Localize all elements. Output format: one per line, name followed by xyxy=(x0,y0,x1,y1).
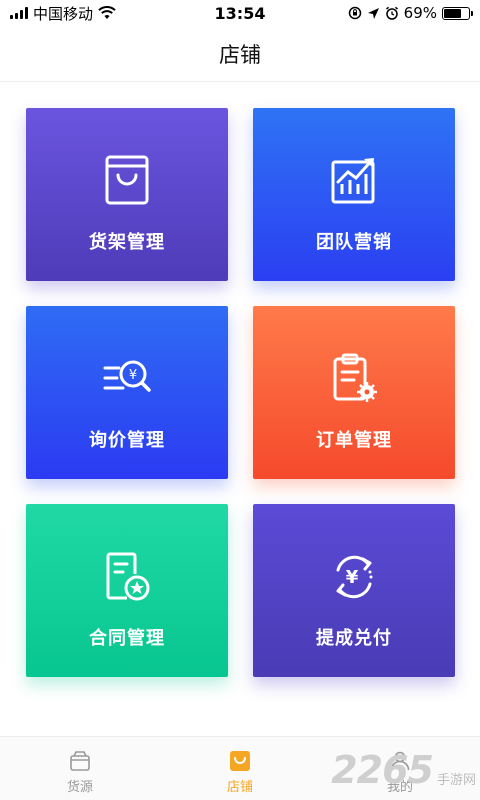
tile-commission-payout[interactable]: ¥ 提成兑付 xyxy=(253,504,455,677)
carrier-name: 中国移动 xyxy=(33,4,94,23)
tile-label: 提成兑付 xyxy=(316,628,392,649)
rotation-lock-icon xyxy=(348,6,361,20)
page-title: 店铺 xyxy=(219,42,261,67)
chart-growth-icon xyxy=(331,158,375,204)
svg-text:¥: ¥ xyxy=(129,368,137,383)
contract-star-icon xyxy=(106,552,150,601)
tile-contract-management[interactable]: 合同管理 xyxy=(26,504,228,677)
battery-percent: 69% xyxy=(403,4,437,22)
tab-sourcing[interactable]: 货源 xyxy=(0,737,160,800)
store-bag-icon xyxy=(230,751,250,771)
box-icon xyxy=(70,751,90,771)
watermark-number: 2265 xyxy=(331,748,434,792)
status-right: 69% xyxy=(348,4,473,22)
nav-bar: 店铺 xyxy=(0,26,480,82)
tile-label: 合同管理 xyxy=(89,628,165,649)
tab-label: 店铺 xyxy=(226,780,253,795)
signal-icon xyxy=(10,7,28,19)
tile-label: 订单管理 xyxy=(316,430,392,451)
alarm-icon xyxy=(385,6,398,20)
clipboard-gear-icon xyxy=(333,353,377,402)
status-bar: 中国移动 13:54 69% xyxy=(0,0,480,26)
wifi-icon xyxy=(98,6,116,19)
status-left: 中国移动 xyxy=(10,3,116,24)
tab-store[interactable]: 店铺 xyxy=(160,737,320,800)
tile-label: 询价管理 xyxy=(89,430,165,451)
tile-shelf-management[interactable]: 货架管理 xyxy=(26,108,228,281)
tile-order-management[interactable]: 订单管理 xyxy=(253,306,455,479)
svg-text:¥: ¥ xyxy=(346,567,359,588)
tile-inquiry-management[interactable]: ¥ 询价管理 xyxy=(26,306,228,479)
cash-exchange-icon: ¥ xyxy=(336,555,373,599)
watermark-logo: 2265 手游网 xyxy=(331,742,476,798)
watermark-text: 手游网 xyxy=(436,773,476,788)
battery-icon xyxy=(442,6,473,20)
shopping-bag-icon xyxy=(105,155,149,205)
tile-label: 团队营销 xyxy=(316,232,392,253)
tile-team-marketing[interactable]: 团队营销 xyxy=(253,108,455,281)
tile-label: 货架管理 xyxy=(89,232,165,253)
price-search-icon: ¥ xyxy=(103,360,151,392)
location-icon xyxy=(367,7,379,19)
tab-label: 货源 xyxy=(66,780,93,795)
